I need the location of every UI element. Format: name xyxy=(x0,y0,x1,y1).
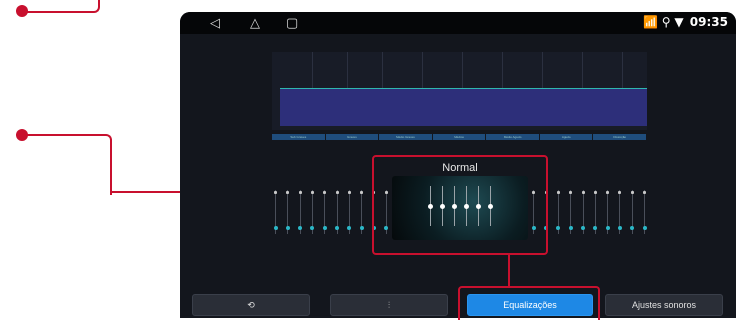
eq-slider-knob[interactable] xyxy=(335,191,339,194)
eq-slider-dot xyxy=(581,226,585,230)
eq-slider-dot xyxy=(322,226,327,230)
eq-curve-band xyxy=(280,88,647,126)
eq-slider-dot xyxy=(568,226,573,230)
band-header: Médio Graves xyxy=(379,134,432,140)
eq-slider-knob[interactable] xyxy=(630,191,634,194)
eq-slider-dot xyxy=(617,226,622,230)
eq-slider-dot xyxy=(335,226,339,230)
band-header: Agudo xyxy=(539,134,593,140)
eq-slider-knob[interactable] xyxy=(347,191,351,194)
eq-slider-knob[interactable] xyxy=(606,191,610,194)
eq-slider-knob[interactable] xyxy=(274,191,277,194)
eq-slider-dot xyxy=(605,226,610,230)
eq-slider-knob[interactable] xyxy=(556,191,560,194)
loop-button[interactable]: ⟲ xyxy=(192,294,310,316)
band-header: Sub Graves xyxy=(272,134,325,140)
status-icons: 📶 ⚲ ▼ xyxy=(643,15,684,29)
eq-slider-knob[interactable] xyxy=(360,191,364,194)
eq-slider-knob[interactable] xyxy=(581,191,585,194)
callout-dot-top xyxy=(16,5,28,17)
back-icon[interactable]: ◁ xyxy=(210,15,220,31)
eq-slider-knob[interactable] xyxy=(618,191,622,194)
home-icon[interactable]: △ xyxy=(250,15,260,31)
eq-slider-dot xyxy=(347,226,352,230)
eq-slider-knob[interactable] xyxy=(310,191,314,194)
eq-slider-dot xyxy=(642,226,647,230)
callout-line-top xyxy=(22,0,100,13)
equalizations-highlight xyxy=(458,286,600,320)
status-bar: ◁ △ ▢ 📶 ⚲ ▼ 09:35 xyxy=(180,12,736,34)
eq-curve-graph xyxy=(272,52,647,130)
callout-line-preset xyxy=(508,253,510,286)
eq-slider-knob[interactable] xyxy=(298,191,302,194)
eq-slider-knob[interactable] xyxy=(569,191,573,194)
eq-slider-knob[interactable] xyxy=(593,191,597,194)
eq-slider-dot xyxy=(298,226,303,230)
eq-band-headers: Sub Graves Graves Médio Graves Médios Mé… xyxy=(272,134,647,140)
preset-highlight xyxy=(372,155,548,255)
eq-slider-dot xyxy=(593,226,598,230)
band-header: Médios xyxy=(432,134,486,140)
callout-line-left xyxy=(22,134,112,195)
sliders-icon: ⫶ xyxy=(387,300,391,310)
eq-slider-knob[interactable] xyxy=(286,191,290,194)
eq-slider-dot xyxy=(630,226,635,230)
sliders-button[interactable]: ⫶ xyxy=(330,294,448,316)
status-right: 📶 ⚲ ▼ 09:35 xyxy=(643,15,728,29)
clock: 09:35 xyxy=(689,15,728,29)
band-header: Distorção xyxy=(593,134,647,140)
eq-slider-dot xyxy=(556,226,561,230)
band-header: Graves xyxy=(325,134,379,140)
eq-slider-dot xyxy=(273,226,278,230)
sound-settings-button[interactable]: Ajustes sonoros xyxy=(605,294,723,316)
eq-curve-line xyxy=(280,88,647,89)
eq-slider-dot xyxy=(359,226,364,230)
recents-icon[interactable]: ▢ xyxy=(286,15,298,31)
eq-slider-dot xyxy=(285,226,290,230)
eq-slider-knob[interactable] xyxy=(323,191,327,194)
loop-icon: ⟲ xyxy=(247,300,255,310)
band-header: Médio Agudo xyxy=(486,134,539,140)
eq-slider-knob[interactable] xyxy=(643,191,646,194)
eq-slider-dot xyxy=(310,226,315,230)
